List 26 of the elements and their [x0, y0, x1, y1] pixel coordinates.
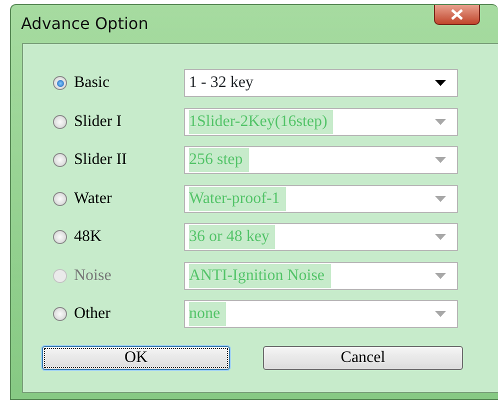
option-label: Noise — [74, 266, 112, 286]
option-label: Water — [74, 188, 113, 209]
radio-button[interactable] — [53, 192, 67, 206]
option-label: Basic — [74, 73, 111, 94]
option-label: 48K — [74, 227, 103, 248]
caret-icon — [434, 311, 446, 318]
caret-icon — [434, 196, 446, 202]
radio-button[interactable] — [53, 114, 67, 129]
dropdown[interactable]: 1 - 32 key — [184, 69, 458, 98]
radio-button[interactable] — [53, 230, 67, 244]
window-title: Advance Option — [21, 13, 148, 35]
close-button[interactable] — [434, 5, 480, 25]
option-label: Other — [74, 304, 112, 324]
radio-button[interactable] — [53, 153, 67, 168]
caret-icon — [434, 272, 446, 279]
caret-icon — [434, 118, 446, 125]
close-icon — [450, 9, 464, 20]
caret-icon — [434, 234, 446, 240]
option-label: Slider II — [74, 150, 128, 170]
dialog-button[interactable]: Cancel — [263, 346, 463, 370]
caret-icon — [434, 157, 446, 164]
radio-button[interactable] — [53, 76, 67, 90]
dialog-button[interactable]: OK — [42, 346, 230, 370]
caret-icon — [434, 80, 446, 86]
option-label: Slider I — [74, 112, 123, 132]
radio-button[interactable] — [53, 307, 67, 322]
